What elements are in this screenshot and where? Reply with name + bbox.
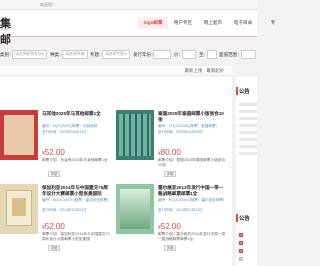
nav-item-user-zone[interactable]: 用户专区: [168, 17, 198, 29]
face-value-input[interactable]: [241, 50, 256, 59]
product-title[interactable]: 马耳他2025年马耳他邮票1全: [42, 111, 110, 117]
page: 欢迎您！ 集邮 JIYOU Sign邮票 用户专区 网上超市 电子目录 专 类别…: [0, 0, 275, 266]
nav-item-online-store[interactable]: 网上超市: [198, 17, 228, 29]
price-max-input[interactable]: [207, 50, 217, 59]
notice-line[interactable]: [239, 131, 257, 134]
product-date: 发行时间：2014年12月24日: [42, 208, 87, 212]
price-min-input[interactable]: [182, 50, 196, 59]
filter-kind: 种类： 请选择种类 ▼: [50, 49, 90, 61]
logo-subtitle: JIYOU: [0, 27, 9, 31]
product-card[interactable]: 马耳他2025年马耳他邮票1全 编号：M(JT)0025 [邮票：马耳他邮 发行…: [0, 110, 116, 190]
sort-bar: 最新上线 最新起价: [0, 65, 232, 75]
product-code: 编号：BG(JC)0079 [邮票：保加利亚邮票]: [42, 198, 109, 202]
chevron-down-icon: ▼: [82, 52, 85, 56]
notice-line[interactable]: [239, 110, 257, 113]
notice-line[interactable]: [239, 103, 257, 106]
product-desc: 邮票介绍：马耳他2025年马耳他邮票1全: [42, 158, 108, 162]
product-price: ¥80.00: [158, 148, 181, 157]
product-desc: 邮票介绍：塞尔维亚2013年发行中国一带一路战略邮票邮票1全: [158, 232, 226, 241]
rank-badge: 1: [239, 233, 243, 237]
rank-badge: 2: [239, 241, 243, 245]
product-card[interactable]: 保加利亚2014年与中国建交75周年设计大赛邮票小型张奥国际 编号：BG(JC)…: [0, 184, 116, 264]
product-desc: 邮票介绍：保加利亚2014年与中国建交75周年设计大赛邮票小型张奥国: [42, 232, 110, 241]
product-date: 发行时间：2025年05月13日: [42, 130, 87, 134]
sort-newest[interactable]: 最新上线: [185, 68, 203, 73]
notice-line[interactable]: [239, 145, 257, 148]
chevron-down-icon: ▼: [124, 52, 127, 56]
rank-badge: 3: [239, 249, 243, 253]
kind-select[interactable]: 请选择种类 ▼: [62, 50, 88, 59]
nav-item-catalog[interactable]: 电子目录: [228, 17, 258, 29]
notice-line[interactable]: [239, 124, 257, 127]
section-marker: [236, 87, 238, 95]
notice-line[interactable]: [239, 117, 257, 120]
filter-price-max: 至：: [199, 49, 219, 61]
filter-bar: 类别： 请选择邮票类别 ▼ 种类： 请选择种类 ▼ 专题： 请选择专题 ▼ 发行…: [0, 49, 257, 61]
product-title[interactable]: 保加利亚2014年与中国建交75周年设计大赛邮票小型张奥国际: [42, 185, 110, 197]
product-image[interactable]: [0, 110, 38, 160]
product-code: 编号：M(JT)0025 [邮票：马耳他邮: [42, 124, 98, 128]
product-card[interactable]: 塞尔维亚2013年发行中国一带一路战略邮票邮票1全 编号：RS(JC)0055 …: [116, 184, 232, 264]
product-image[interactable]: [0, 184, 38, 234]
sort-price[interactable]: 最新起价: [206, 68, 224, 73]
header: 集邮 JIYOU Sign邮票 用户专区 网上超市 电子目录 专: [0, 10, 275, 46]
product-image[interactable]: [116, 184, 154, 234]
product-image[interactable]: [116, 110, 154, 160]
product-price: ¥52.00: [42, 222, 65, 231]
section-marker: [236, 214, 238, 222]
category-placeholder: 请选择邮票类别: [15, 52, 42, 56]
detail-button[interactable]: 详细: [164, 245, 176, 251]
detail-button[interactable]: 详细: [48, 171, 60, 177]
logo-mark: 集邮: [0, 18, 13, 46]
main-nav: Sign邮票 用户专区 网上超市 电子目录 专: [138, 17, 288, 29]
filter-year: 发行年份：: [133, 49, 173, 61]
sidebar: 公告 公告 1 2 3 4: [236, 77, 257, 266]
product-code: 编号：RS(JC)0055 [邮票：塞尔维亚邮票]: [158, 198, 224, 202]
nav-item-more[interactable]: 专: [258, 17, 288, 29]
product-date: 发行时间：2013年03月21日: [158, 208, 203, 212]
filter-topic: 专题： 请选择专题 ▼: [90, 49, 132, 61]
filter-price-min: 价：: [174, 49, 198, 61]
detail-button[interactable]: 详细: [48, 245, 60, 251]
product-date: 发行时间：2025年04月09日: [158, 130, 203, 134]
product-code: 编号：TH(JC)0028 [邮票：泰国邮票]: [158, 124, 217, 128]
site-logo[interactable]: 集邮 JIYOU: [0, 15, 24, 46]
filter-category: 类别： 请选择邮票类别 ▼: [0, 49, 50, 61]
product-desc: 邮票介绍：泰国2025年泰国邮票小版张合10张: [158, 158, 226, 167]
chevron-down-icon: ▼: [41, 52, 44, 56]
notice-line[interactable]: [239, 152, 257, 155]
header-divider: [0, 36, 257, 37]
topic-select[interactable]: 请选择专题 ▼: [102, 50, 130, 59]
sort-links: 最新上线 最新起价: [182, 68, 224, 74]
notice-title: 公告: [239, 216, 250, 222]
year-input[interactable]: [153, 50, 171, 59]
product-grid: 马耳他2025年马耳他邮票1全 编号：M(JT)0025 [邮票：马耳他邮 发行…: [0, 77, 232, 266]
topic-placeholder: 请选择专题: [105, 52, 124, 56]
rank-badge: 4: [239, 257, 243, 261]
top-bar: 欢迎您！: [0, 0, 257, 10]
product-card[interactable]: 泰国2025年泰国邮票小版张合10张 编号：TH(JC)0028 [邮票：泰国邮…: [116, 110, 232, 190]
product-price: ¥52.00: [42, 148, 65, 157]
nav-item-stamps[interactable]: Sign邮票: [138, 17, 168, 29]
filter-face-value: 面值范围：: [219, 49, 257, 61]
notice-line[interactable]: [239, 138, 257, 141]
product-title[interactable]: 泰国2025年泰国邮票小版张合10张: [158, 111, 226, 123]
face-value-label: 面值范围：: [219, 52, 242, 57]
welcome-text: 欢迎您！: [40, 2, 56, 7]
product-price: ¥52.00: [158, 222, 181, 231]
notice-title: 公告: [239, 89, 250, 95]
category-select[interactable]: 请选择邮票类别 ▼: [12, 50, 47, 59]
product-title[interactable]: 塞尔维亚2013年发行中国一带一路战略邮票邮票1全: [158, 185, 226, 197]
detail-button[interactable]: 详细: [164, 171, 176, 177]
